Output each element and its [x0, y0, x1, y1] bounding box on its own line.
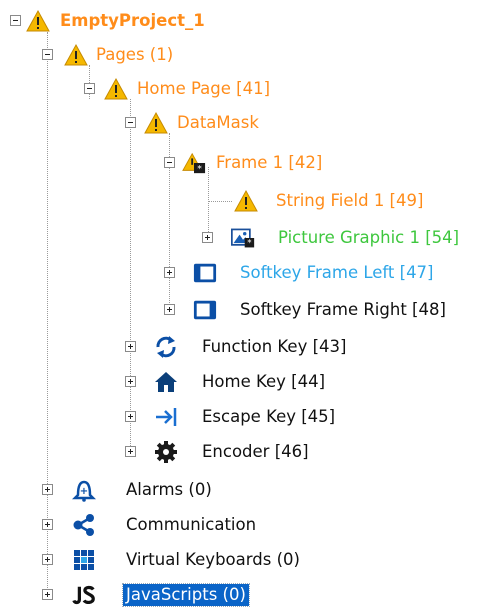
warning-icon	[64, 43, 88, 66]
expand-toggle[interactable]	[164, 304, 175, 315]
expand-toggle[interactable]	[164, 267, 175, 278]
collapse-toggle[interactable]	[42, 49, 53, 60]
node-label: Function Key [43]	[202, 337, 347, 356]
collapse-toggle[interactable]	[164, 157, 175, 168]
svg-text:+: +	[80, 486, 88, 497]
node-label: EmptyProject_1	[60, 11, 205, 30]
expand-toggle[interactable]	[125, 341, 136, 352]
refresh-icon	[156, 336, 176, 358]
node-label: Encoder [46]	[202, 442, 309, 461]
node-label: Communication	[126, 515, 257, 534]
bell-icon: +	[72, 480, 96, 502]
tree-line	[208, 201, 232, 202]
node-label: Pages (1)	[96, 45, 174, 64]
node-label: Softkey Frame Left [47]	[240, 263, 434, 282]
js-icon	[72, 585, 95, 605]
svg-text:*: *	[247, 239, 252, 249]
warning-icon	[26, 9, 50, 32]
home-icon	[155, 372, 177, 392]
expand-toggle[interactable]	[125, 446, 136, 457]
collapse-toggle[interactable]	[10, 15, 21, 26]
node-label: Frame 1 [42]	[216, 153, 323, 172]
node-label: Home Page [41]	[137, 79, 271, 98]
frame-warning-icon: *	[182, 152, 206, 174]
keyboard-icon	[74, 550, 94, 570]
node-label: DataMask	[177, 113, 259, 132]
node-label: Home Key [44]	[202, 372, 326, 391]
node-label: Softkey Frame Right [48]	[240, 300, 446, 319]
warning-icon	[104, 77, 128, 100]
node-label: JavaScripts (0)	[122, 583, 250, 607]
node-label: Virtual Keyboards (0)	[126, 550, 300, 569]
warning-icon	[144, 111, 168, 134]
softkey-right-icon	[193, 300, 217, 320]
escape-icon	[156, 408, 177, 426]
gear-icon	[155, 441, 177, 463]
expand-toggle[interactable]	[42, 519, 53, 530]
expand-toggle[interactable]	[202, 232, 213, 243]
collapse-toggle[interactable]	[125, 117, 136, 128]
project-tree: EmptyProject_1 Pages (1) Home Page [41] …	[0, 0, 487, 614]
share-icon	[73, 514, 94, 536]
tree-line	[130, 99, 131, 452]
warning-icon	[234, 189, 258, 212]
node-label: Picture Graphic 1 [54]	[278, 228, 460, 247]
expand-toggle[interactable]	[42, 589, 53, 600]
expand-toggle[interactable]	[125, 376, 136, 387]
expand-toggle[interactable]	[42, 484, 53, 495]
svg-text:*: *	[197, 163, 202, 174]
picture-icon: *	[231, 228, 255, 249]
node-label: Escape Key [45]	[202, 407, 336, 426]
softkey-left-icon	[193, 263, 217, 283]
node-label: String Field 1 [49]	[276, 191, 424, 210]
tree-line	[47, 32, 48, 592]
expand-toggle[interactable]	[125, 411, 136, 422]
tree-line	[208, 167, 209, 238]
expand-toggle[interactable]	[42, 554, 53, 565]
node-label: Alarms (0)	[126, 480, 212, 499]
collapse-toggle[interactable]	[84, 83, 95, 94]
